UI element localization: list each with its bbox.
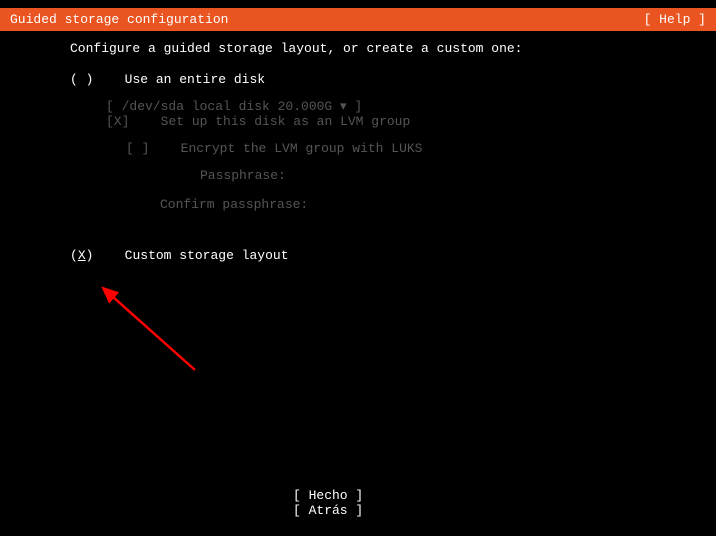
- page-title: Guided storage configuration: [10, 12, 228, 27]
- option-entire-disk[interactable]: ( ) Use an entire disk: [70, 72, 646, 87]
- checkbox-indicator: [ ]: [126, 141, 149, 156]
- help-button[interactable]: [ Help ]: [644, 12, 706, 27]
- radio-x: X: [78, 248, 86, 263]
- option-entire-disk-label: Use an entire disk: [125, 72, 265, 87]
- header-bar: Guided storage configuration [ Help ]: [0, 8, 716, 31]
- radio-open: (: [70, 248, 78, 263]
- passphrase-label: Passphrase:: [200, 168, 646, 183]
- instruction-text: Configure a guided storage layout, or cr…: [70, 41, 646, 56]
- disk-selector[interactable]: [ /dev/sda local disk 20.000G ▾ ]: [106, 99, 362, 114]
- option-custom-layout[interactable]: (X) Custom storage layout: [70, 248, 646, 263]
- main-content: Configure a guided storage layout, or cr…: [0, 31, 716, 285]
- option-custom-label: Custom storage layout: [125, 248, 289, 263]
- done-button[interactable]: [ Hecho ]: [293, 488, 423, 503]
- radio-close: ): [86, 248, 94, 263]
- radio-indicator: ( ): [70, 72, 93, 87]
- annotation-arrow-icon: [95, 280, 215, 380]
- encrypt-option[interactable]: [ ] Encrypt the LVM group with LUKS: [126, 141, 646, 156]
- checkbox-indicator: [X]: [106, 114, 129, 129]
- lvm-option[interactable]: [X] Set up this disk as an LVM group: [106, 114, 646, 129]
- encrypt-label: Encrypt the LVM group with LUKS: [181, 141, 423, 156]
- confirm-passphrase-label: Confirm passphrase:: [160, 197, 646, 212]
- footer: [ Hecho ] [ Atrás ]: [0, 488, 716, 518]
- back-button[interactable]: [ Atrás ]: [293, 503, 423, 518]
- lvm-label: Set up this disk as an LVM group: [161, 114, 411, 129]
